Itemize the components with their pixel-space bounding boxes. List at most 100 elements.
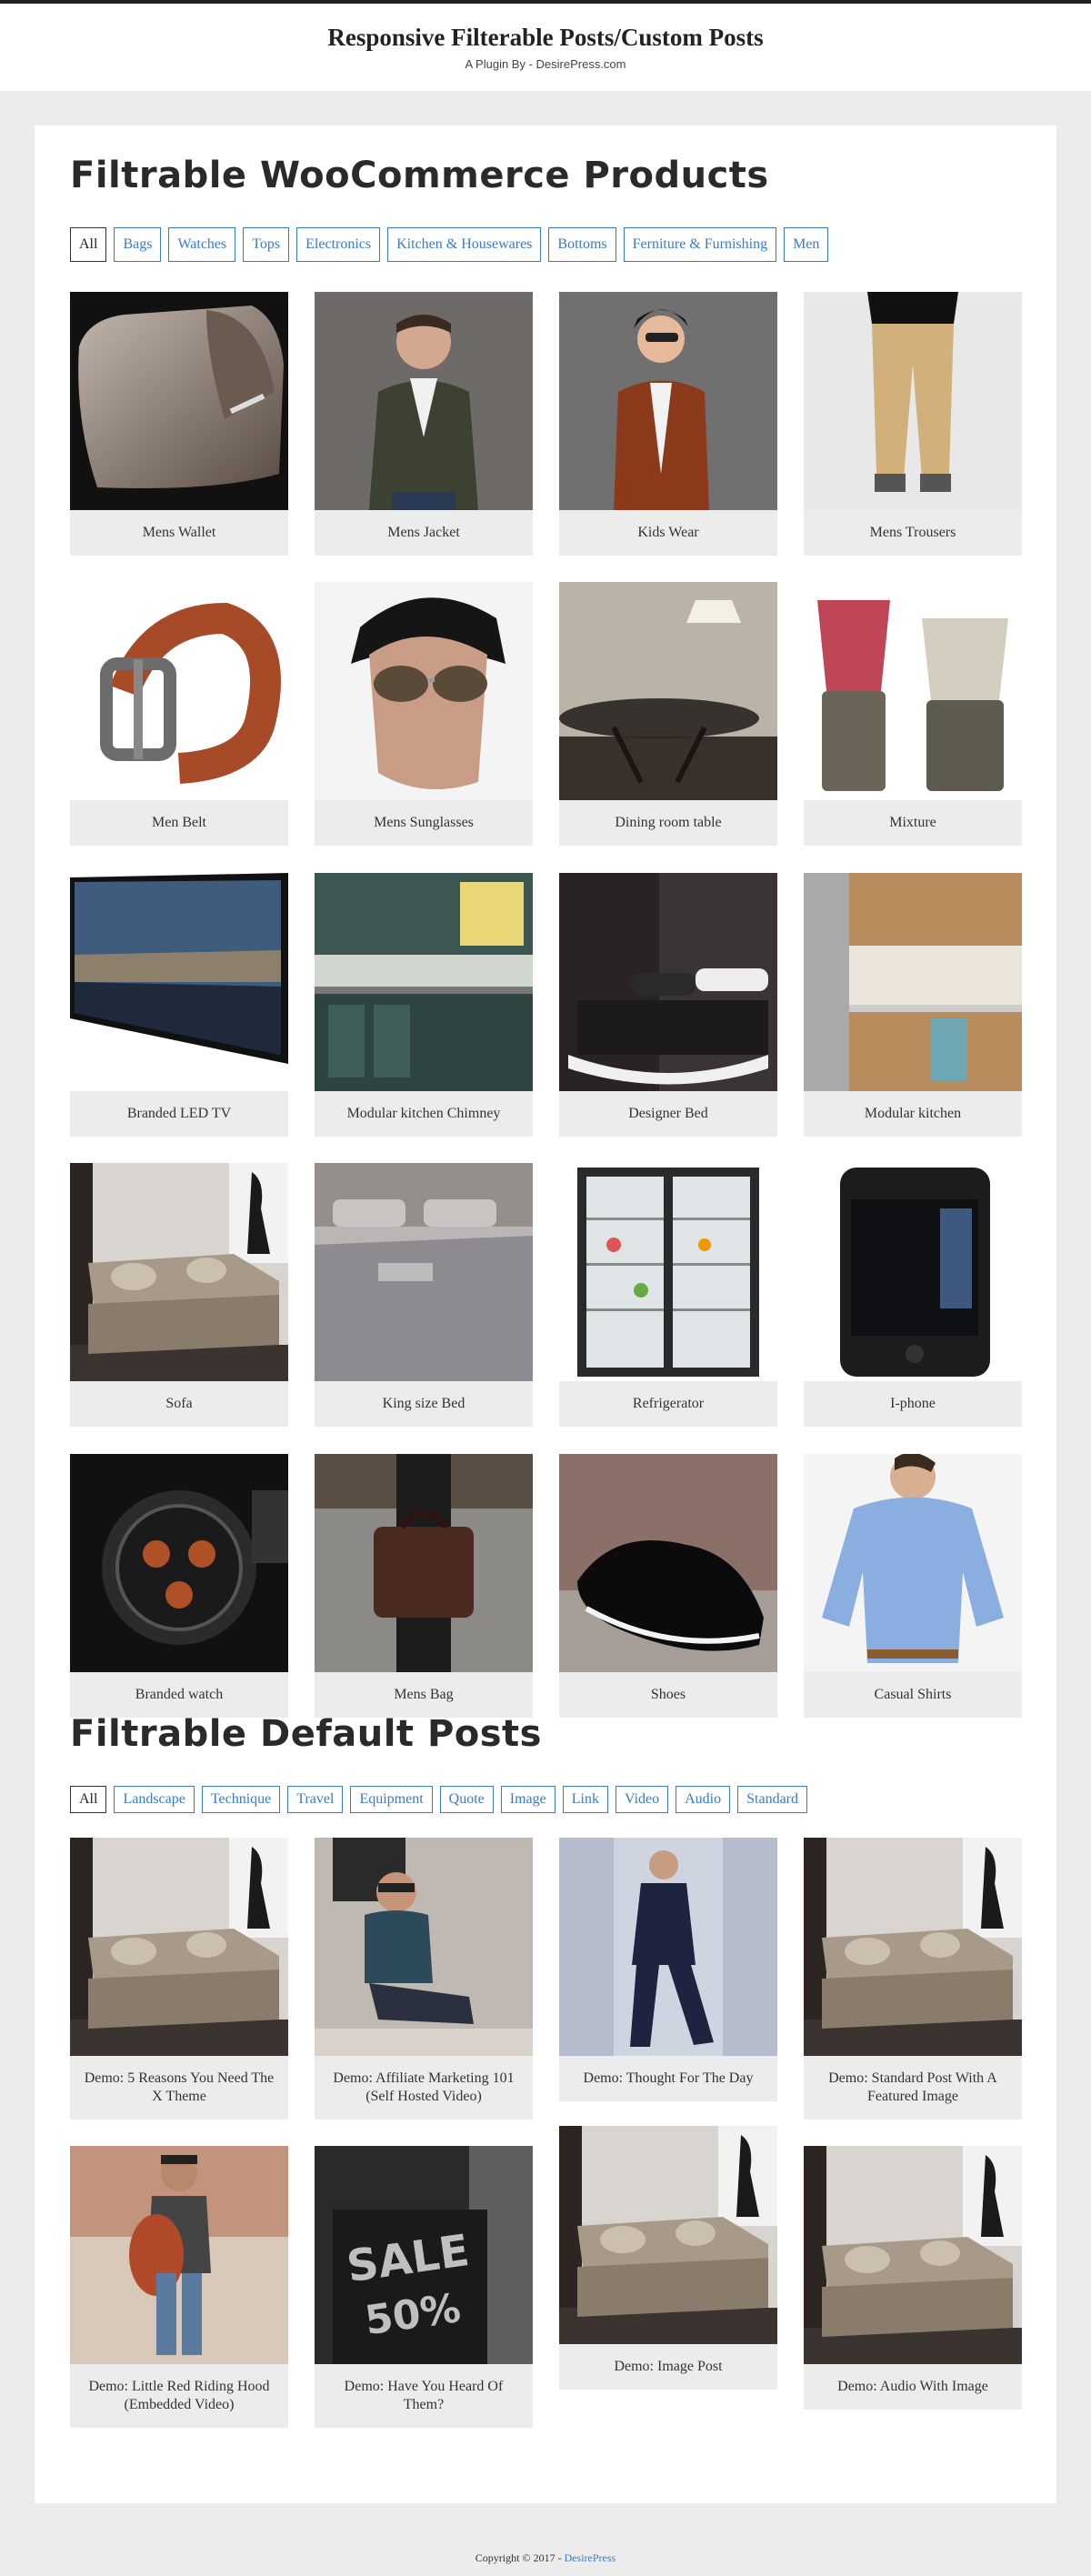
posts-filter-standard[interactable]: Standard [737, 1786, 807, 1813]
product-image[interactable] [804, 582, 1022, 800]
product-title[interactable]: I-phone [804, 1381, 1022, 1427]
post-card[interactable]: SALE 50% Demo: Have You Heard Of Them? [315, 2146, 533, 2428]
post-card[interactable]: Demo: 5 Reasons You Need The X Theme [70, 1838, 288, 2120]
post-title[interactable]: Demo: Little Red Riding Hood (Embedded V… [70, 2364, 288, 2428]
product-image[interactable] [315, 1454, 533, 1672]
posts-filter-landscape[interactable]: Landscape [114, 1786, 195, 1813]
product-card[interactable]: Branded LED TV [70, 873, 288, 1137]
post-card[interactable]: Demo: Little Red Riding Hood (Embedded V… [70, 2146, 288, 2428]
post-card[interactable]: Demo: Image Post [559, 2126, 777, 2390]
product-title[interactable]: Modular kitchen [804, 1091, 1022, 1137]
product-card[interactable]: Branded watch [70, 1454, 288, 1718]
products-filter-ferniture-furnishing[interactable]: Ferniture & Furnishing [623, 227, 777, 262]
product-image[interactable] [804, 873, 1022, 1091]
product-title[interactable]: Men Belt [70, 800, 288, 846]
products-filter-watches[interactable]: Watches [168, 227, 236, 262]
post-title[interactable]: Demo: Thought For The Day [559, 2056, 777, 2101]
post-title[interactable]: Demo: Affiliate Marketing 101 (Self Host… [315, 2056, 533, 2120]
product-card[interactable]: Designer Bed [559, 873, 777, 1137]
posts-filter-image[interactable]: Image [500, 1786, 556, 1813]
product-image[interactable] [315, 1163, 533, 1381]
product-image[interactable] [315, 292, 533, 510]
product-image[interactable] [70, 873, 288, 1091]
post-title[interactable]: Demo: Image Post [559, 2344, 777, 2390]
posts-filter-technique[interactable]: Technique [201, 1786, 281, 1813]
post-card[interactable]: Demo: Standard Post With A Featured Imag… [804, 1838, 1022, 2120]
footer-link[interactable]: DesirePress [565, 2551, 616, 2564]
product-title[interactable]: King size Bed [315, 1381, 533, 1427]
product-title[interactable]: Mixture [804, 800, 1022, 846]
product-card[interactable]: Mens Wallet [70, 292, 288, 556]
product-card[interactable]: Modular kitchen [804, 873, 1022, 1137]
product-card[interactable]: Dining room table [559, 582, 777, 846]
post-title[interactable]: Demo: 5 Reasons You Need The X Theme [70, 2056, 288, 2120]
product-card[interactable]: Sofa [70, 1163, 288, 1427]
product-title[interactable]: Mens Trousers [804, 510, 1022, 556]
product-card[interactable]: Casual Shirts [804, 1454, 1022, 1718]
products-filter-kitchen-housewares[interactable]: Kitchen & Housewares [387, 227, 542, 262]
product-title[interactable]: Mens Jacket [315, 510, 533, 556]
product-title[interactable]: Dining room table [559, 800, 777, 846]
product-card[interactable]: Mens Sunglasses [315, 582, 533, 846]
post-card[interactable]: Demo: Audio With Image [804, 2146, 1022, 2410]
product-title[interactable]: Sofa [70, 1381, 288, 1427]
posts-filter-quote[interactable]: Quote [439, 1786, 494, 1813]
product-card[interactable]: Modular kitchen Chimney [315, 873, 533, 1137]
product-title[interactable]: Modular kitchen Chimney [315, 1091, 533, 1137]
product-image[interactable] [70, 292, 288, 510]
product-title[interactable]: Mens Wallet [70, 510, 288, 556]
product-title[interactable]: Mens Sunglasses [315, 800, 533, 846]
product-title[interactable]: Shoes [559, 1672, 777, 1718]
product-image[interactable] [70, 1454, 288, 1672]
products-filter-bottoms[interactable]: Bottoms [548, 227, 616, 262]
site-title[interactable]: Responsive Filterable Posts/Custom Posts [0, 24, 1091, 52]
product-image[interactable] [559, 873, 777, 1091]
product-image[interactable] [70, 582, 288, 800]
product-title[interactable]: Branded LED TV [70, 1091, 288, 1137]
product-image[interactable] [804, 1454, 1022, 1672]
product-card[interactable]: Shoes [559, 1454, 777, 1718]
product-title[interactable]: Casual Shirts [804, 1672, 1022, 1718]
product-title[interactable]: Mens Bag [315, 1672, 533, 1718]
post-card[interactable]: Demo: Thought For The Day [559, 1838, 777, 2101]
post-title[interactable]: Demo: Standard Post With A Featured Imag… [804, 2056, 1022, 2120]
product-image[interactable] [559, 582, 777, 800]
product-image[interactable] [804, 292, 1022, 510]
products-filter-men[interactable]: Men [784, 227, 829, 262]
product-image[interactable] [315, 582, 533, 800]
post-featured-image[interactable] [559, 2126, 777, 2344]
product-image[interactable] [559, 1454, 777, 1672]
posts-filter-audio[interactable]: Audio [676, 1786, 731, 1813]
product-image[interactable] [804, 1163, 1022, 1381]
product-image[interactable] [559, 1163, 777, 1381]
posts-filter-video[interactable]: Video [615, 1786, 669, 1813]
product-card[interactable]: Mixture [804, 582, 1022, 846]
post-featured-image[interactable] [70, 1838, 288, 2056]
products-filter-bags[interactable]: Bags [114, 227, 162, 262]
product-image[interactable] [559, 292, 777, 510]
product-title[interactable]: Kids Wear [559, 510, 777, 556]
product-card[interactable]: Men Belt [70, 582, 288, 846]
posts-filter-equipment[interactable]: Equipment [350, 1786, 433, 1813]
post-featured-image[interactable]: SALE 50% [315, 2146, 533, 2364]
post-featured-image[interactable] [70, 2146, 288, 2364]
product-card[interactable]: Refrigerator [559, 1163, 777, 1427]
product-card[interactable]: King size Bed [315, 1163, 533, 1427]
product-title[interactable]: Refrigerator [559, 1381, 777, 1427]
posts-filter-travel[interactable]: Travel [287, 1786, 344, 1813]
product-card[interactable]: Mens Bag [315, 1454, 533, 1718]
post-title[interactable]: Demo: Audio With Image [804, 2364, 1022, 2410]
post-featured-image[interactable] [804, 2146, 1022, 2364]
post-featured-image[interactable] [559, 1838, 777, 2056]
post-featured-image[interactable] [804, 1838, 1022, 2056]
post-featured-image[interactable] [315, 1838, 533, 2056]
post-card[interactable]: Demo: Affiliate Marketing 101 (Self Host… [315, 1838, 533, 2120]
product-title[interactable]: Branded watch [70, 1672, 288, 1718]
product-image[interactable] [70, 1163, 288, 1381]
products-filter-all[interactable]: All [70, 227, 107, 262]
products-filter-electronics[interactable]: Electronics [296, 227, 381, 262]
post-title[interactable]: Demo: Have You Heard Of Them? [315, 2364, 533, 2428]
product-card[interactable]: Mens Trousers [804, 292, 1022, 556]
product-card[interactable]: Kids Wear [559, 292, 777, 556]
product-title[interactable]: Designer Bed [559, 1091, 777, 1137]
